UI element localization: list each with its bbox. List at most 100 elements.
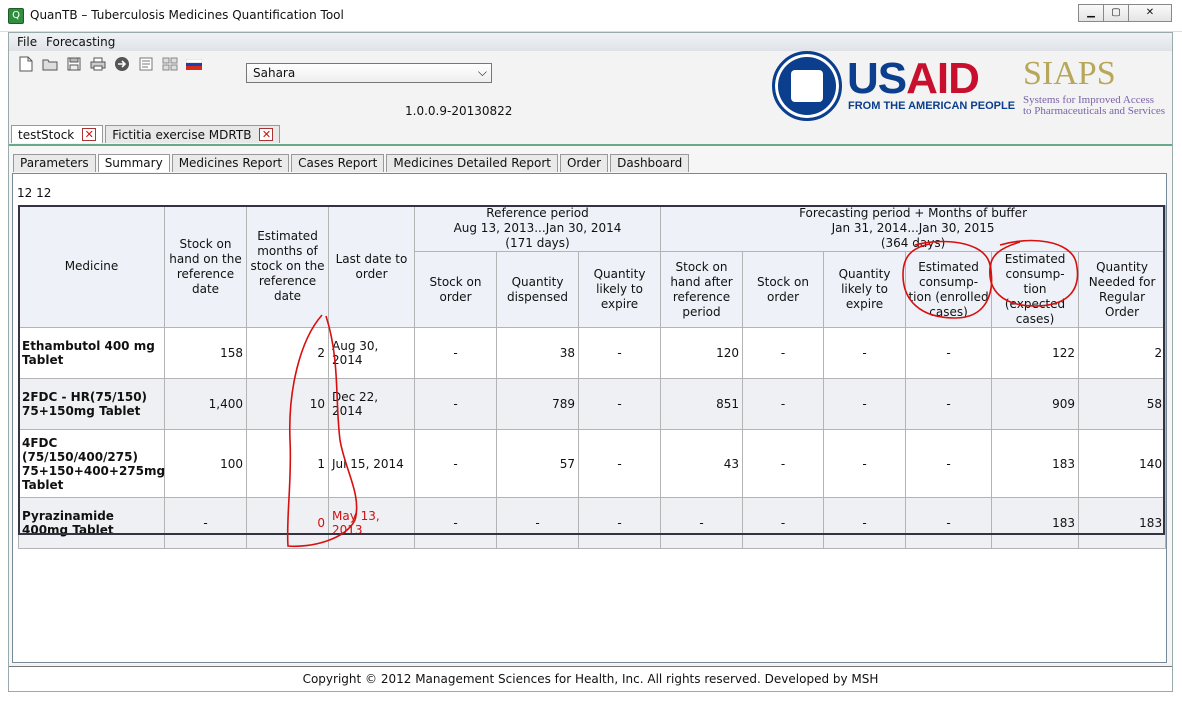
version-label: 1.0.0.9-20130822: [405, 104, 513, 118]
chevron-down-icon: ⌵: [477, 65, 487, 79]
close-button[interactable]: ✕: [1128, 4, 1172, 22]
cell-fc-order: -: [742, 497, 825, 549]
tab-cases-report[interactable]: Cases Report: [291, 154, 385, 172]
cell-dispensed: -: [496, 497, 579, 549]
cell-enrolled: -: [905, 497, 993, 549]
header-fc-est-enrolled: Estimated consump- tion (enrolled cases): [905, 251, 993, 328]
table-row[interactable]: 4FDC (75/150/400/275) 75+150+400+275mg T…: [18, 429, 1167, 498]
header-fc-quantity-needed: Quantity Needed for Regular Order: [1078, 251, 1167, 328]
cell-fc-order: -: [742, 378, 825, 430]
menu-file[interactable]: File: [17, 35, 37, 49]
grid-icon[interactable]: [161, 55, 179, 73]
go-arrow-icon[interactable]: [113, 55, 131, 73]
new-file-icon[interactable]: [17, 55, 35, 73]
cell-ref-expire: -: [577, 327, 662, 379]
cell-enrolled: -: [905, 378, 993, 430]
tab-order[interactable]: Order: [559, 154, 609, 172]
tab-medicines-report[interactable]: Medicines Report: [171, 154, 290, 172]
header-estimated-months: Estimated months of stock on the referen…: [246, 205, 329, 328]
menu-bar: File Forecasting: [9, 33, 1172, 51]
header-ref-stock-on-order: Stock on order: [414, 251, 497, 328]
tab-medicines-detailed-report[interactable]: Medicines Detailed Report: [386, 154, 558, 172]
tab-summary[interactable]: Summary: [97, 154, 170, 172]
header-forecasting-period: Forecasting period + Months of buffer Jan…: [660, 205, 1167, 252]
summary-table: Medicine Stock on hand on the reference …: [18, 205, 1167, 549]
handshake-icon: [791, 70, 823, 102]
cell-ref-order: -: [414, 378, 497, 430]
print-icon[interactable]: [89, 55, 107, 73]
document-content: Parameters Summary Medicines Report Case…: [9, 144, 1172, 664]
cell-needed: 2: [1078, 327, 1167, 379]
tab-dashboard[interactable]: Dashboard: [610, 154, 690, 172]
usaid-seal-logo: [772, 51, 842, 121]
doc-tab-fictitia[interactable]: Fictitia exercise MDRTB ✕: [105, 125, 281, 143]
row-counter: 12 12: [17, 186, 52, 200]
menu-forecasting[interactable]: Forecasting: [46, 35, 115, 49]
cell-ref-expire: -: [577, 429, 662, 498]
siaps-tagline: Systems for Improved Access to Pharmaceu…: [1023, 94, 1166, 117]
close-tab-icon[interactable]: ✕: [82, 128, 97, 141]
cell-medicine: 2FDC - HR(75/150) 75+150mg Tablet: [18, 378, 165, 430]
cell-dispensed: 789: [496, 378, 579, 430]
header-ref-quantity-expire: Quantity likely to expire: [577, 251, 662, 328]
maximize-button[interactable]: ▢: [1103, 4, 1129, 22]
cell-needed: 140: [1078, 429, 1167, 498]
cell-months: 10: [246, 378, 329, 430]
table-row[interactable]: 2FDC - HR(75/150) 75+150mg Tablet 1,400 …: [18, 378, 1167, 430]
table-row[interactable]: Pyrazinamide 400mg Tablet - 0 May 13, 20…: [18, 497, 1167, 549]
cell-ref-order: -: [414, 429, 497, 498]
cell-stock: 100: [164, 429, 247, 498]
cell-fc-expire: -: [823, 497, 907, 549]
cell-months: 0: [246, 497, 329, 549]
header-reference-period: Reference period Aug 13, 2013...Jan 30, 2…: [413, 205, 662, 252]
table-row[interactable]: Ethambutol 400 mg Tablet 158 2 Aug 30, 2…: [18, 327, 1167, 379]
app-frame: File Forecasting Sahara ⌵ 1.0.0.9-201308…: [8, 32, 1173, 692]
cell-expected: 183: [991, 497, 1080, 549]
close-tab-icon[interactable]: ✕: [259, 128, 274, 141]
cell-enrolled: -: [905, 429, 993, 498]
tab-parameters[interactable]: Parameters: [13, 154, 96, 172]
region-select-value: Sahara: [253, 66, 296, 80]
document-tabs: testStock ✕ Fictitia exercise MDRTB ✕: [11, 125, 282, 143]
russian-flag-icon[interactable]: [185, 55, 203, 73]
toolbar: [17, 55, 203, 73]
cell-fc-expire: -: [823, 327, 907, 379]
cell-expected: 183: [991, 429, 1080, 498]
report-tabs: Parameters Summary Medicines Report Case…: [13, 154, 691, 172]
report-icon[interactable]: [137, 55, 155, 73]
header-last-date: Last date to order: [328, 205, 415, 328]
cell-ref-expire: -: [577, 497, 662, 549]
header-fc-stock-on-order: Stock on order: [742, 251, 825, 328]
cell-stock-after: -: [660, 497, 744, 549]
app-icon: Q: [8, 8, 24, 24]
copyright-footer: Copyright © 2012 Management Sciences for…: [9, 666, 1172, 691]
cell-needed: 183: [1078, 497, 1167, 549]
cell-medicine: Pyrazinamide 400mg Tablet: [18, 497, 165, 549]
cell-enrolled: -: [905, 327, 993, 379]
cell-needed: 58: [1078, 378, 1167, 430]
window-controls: ▁ ▢ ✕: [1078, 4, 1172, 22]
minimize-button[interactable]: ▁: [1078, 4, 1104, 22]
cell-dispensed: 57: [496, 429, 579, 498]
cell-last-date: May 13, 2013: [328, 497, 415, 549]
cell-last-date: Aug 30, 2014: [328, 327, 415, 379]
region-select[interactable]: Sahara ⌵: [246, 63, 492, 83]
cell-fc-expire: -: [823, 429, 907, 498]
header-fc-quantity-expire: Quantity likely to expire: [823, 251, 907, 328]
window-title: QuanTB – Tuberculosis Medicines Quantifi…: [30, 8, 344, 22]
save-icon[interactable]: [65, 55, 83, 73]
cell-ref-order: -: [414, 327, 497, 379]
cell-expected: 122: [991, 327, 1080, 379]
usaid-logo: USAID: [847, 54, 980, 103]
summary-panel: 12 12 Medicine Stock on hand on the refe…: [12, 173, 1167, 663]
cell-months: 2: [246, 327, 329, 379]
cell-months: 1: [246, 429, 329, 498]
cell-ref-order: -: [414, 497, 497, 549]
title-bar: Q QuanTB – Tuberculosis Medicines Quanti…: [0, 0, 1182, 32]
usaid-tagline: FROM THE AMERICAN PEOPLE: [848, 100, 1016, 112]
doc-tab-teststock[interactable]: testStock ✕: [11, 125, 104, 143]
open-folder-icon[interactable]: [41, 55, 59, 73]
cell-stock: 1,400: [164, 378, 247, 430]
header-stock-on-hand: Stock on hand on the reference date: [164, 205, 247, 328]
cell-stock-after: 43: [660, 429, 744, 498]
